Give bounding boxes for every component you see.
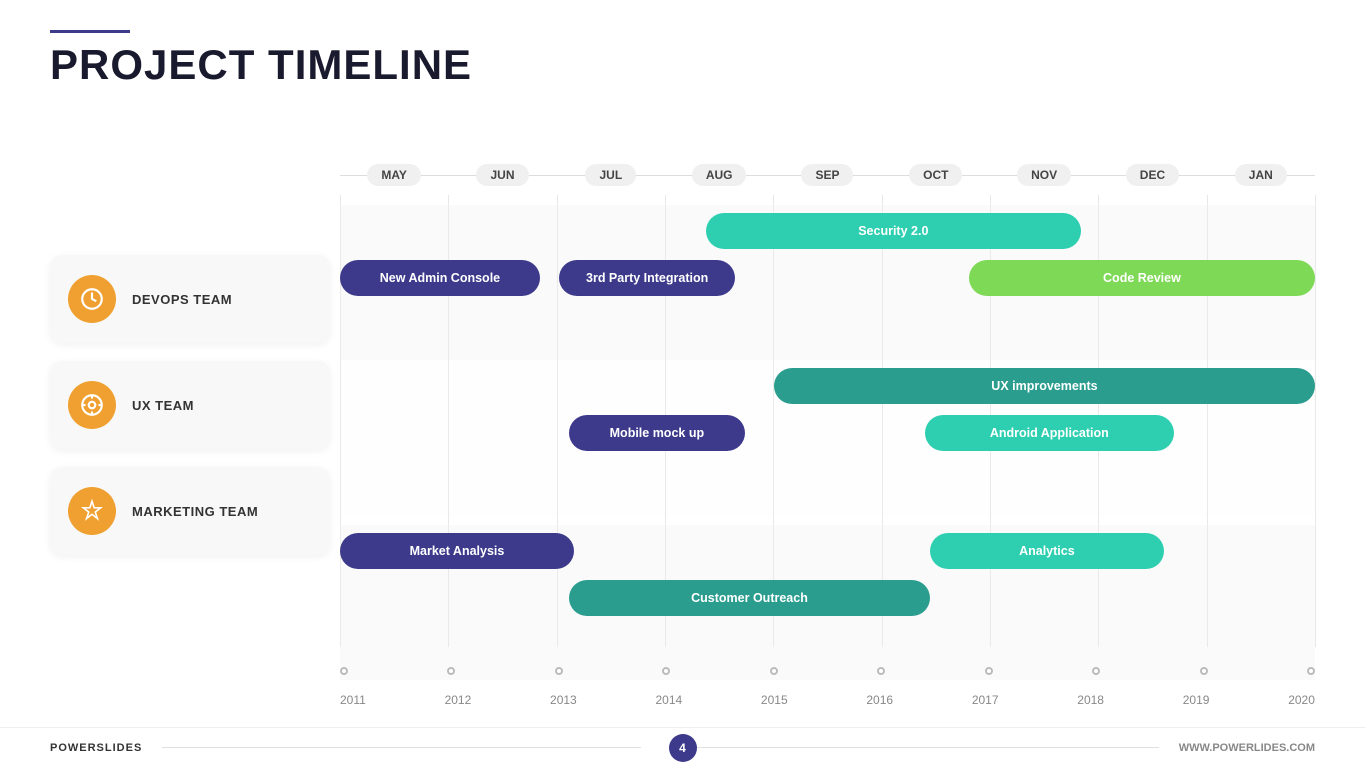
gantt-bar-6: Android Application — [925, 415, 1174, 451]
year-dot-2015 — [770, 667, 778, 675]
page-header: PROJECT TIMELINE — [50, 30, 472, 89]
year-dot-2014 — [662, 667, 670, 675]
month-label-oct: OCT — [909, 164, 962, 186]
chart-container: DEVOPS TEAM UX TEAM — [50, 155, 1315, 707]
month-cell-oct: OCT — [882, 155, 990, 195]
footer: POWERSLIDES 4 WWW.POWERLIDES.COM — [0, 727, 1365, 767]
year-label-2016: 2016 — [866, 693, 893, 707]
month-label-nov: NOV — [1017, 164, 1071, 186]
ux-team-label: UX TEAM — [132, 398, 194, 413]
month-cell-jun: JUN — [448, 155, 556, 195]
month-cell-aug: AUG — [665, 155, 773, 195]
marketing-icon — [68, 487, 116, 535]
gantt-bar-5: Mobile mock up — [569, 415, 745, 451]
footer-divider-right — [681, 747, 1159, 748]
page-title: PROJECT TIMELINE — [50, 41, 472, 89]
team-card-devops: DEVOPS TEAM — [50, 255, 330, 343]
year-dot-2012 — [447, 667, 455, 675]
ux-icon — [68, 381, 116, 429]
year-label-2017: 2017 — [972, 693, 999, 707]
year-dot-2013 — [555, 667, 563, 675]
footer-brand-right: WWW.POWERLIDES.COM — [1179, 742, 1315, 754]
team-card-marketing: MARKETING TEAM — [50, 467, 330, 555]
year-axis: 2011 2012 2013 2014 2015 2016 2017 2018 2019 2020 — [340, 657, 1315, 707]
months-row: MAY JUN JUL AUG SEP OCT NOV DEC JAN — [340, 155, 1315, 195]
year-dot-2020 — [1307, 667, 1315, 675]
year-dot-2017 — [985, 667, 993, 675]
year-label-2019: 2019 — [1183, 693, 1210, 707]
year-dot-2016 — [877, 667, 885, 675]
bars-area: Security 2.0 New Admin Console 3rd Party I… — [340, 195, 1315, 647]
month-cell-may: MAY — [340, 155, 448, 195]
month-label-sep: SEP — [801, 164, 853, 186]
footer-brand-left: POWERSLIDES — [50, 742, 142, 754]
month-label-jul: JUL — [585, 164, 636, 186]
month-cell-jul: JUL — [557, 155, 665, 195]
gantt-bar-1: New Admin Console — [340, 260, 540, 296]
gantt-bar-0: Security 2.0 — [706, 213, 1081, 249]
gantt-bar-7: Market Analysis — [340, 533, 574, 569]
month-cell-sep: SEP — [773, 155, 881, 195]
footer-page-number: 4 — [669, 734, 697, 762]
month-label-may: MAY — [367, 164, 421, 186]
years-labels: 2011 2012 2013 2014 2015 2016 2017 2018 2019 2020 — [340, 693, 1315, 707]
header-accent-line — [50, 30, 130, 33]
month-label-jan: JAN — [1235, 164, 1287, 186]
month-label-aug: AUG — [692, 164, 747, 186]
marketing-team-label: MARKETING TEAM — [132, 504, 258, 519]
year-label-2018: 2018 — [1077, 693, 1104, 707]
year-dot-2011 — [340, 667, 348, 675]
month-label-dec: DEC — [1126, 164, 1179, 186]
year-label-2012: 2012 — [445, 693, 472, 707]
month-label-jun: JUN — [476, 164, 528, 186]
gantt-bar-8: Analytics — [930, 533, 1164, 569]
year-dot-2018 — [1092, 667, 1100, 675]
team-card-ux: UX TEAM — [50, 361, 330, 449]
grid-line-9 — [1315, 195, 1316, 647]
month-cell-jan: JAN — [1207, 155, 1315, 195]
gantt-bar-9: Customer Outreach — [569, 580, 930, 616]
gantt-bar-3: Code Review — [969, 260, 1315, 296]
month-cell-nov: NOV — [990, 155, 1098, 195]
month-cell-dec: DEC — [1098, 155, 1206, 195]
year-dot-2019 — [1200, 667, 1208, 675]
year-label-2014: 2014 — [655, 693, 682, 707]
year-label-2011: 2011 — [340, 693, 366, 707]
teams-column: DEVOPS TEAM UX TEAM — [50, 205, 330, 573]
year-label-2015: 2015 — [761, 693, 788, 707]
footer-divider-left — [162, 747, 640, 748]
devops-icon — [68, 275, 116, 323]
year-dots — [340, 667, 1315, 675]
year-label-2013: 2013 — [550, 693, 577, 707]
devops-team-label: DEVOPS TEAM — [132, 292, 232, 307]
year-label-2020: 2020 — [1288, 693, 1315, 707]
gantt-area: MAY JUN JUL AUG SEP OCT NOV DEC JAN Security 2.0… — [340, 155, 1315, 707]
gantt-bar-4: UX improvements — [774, 368, 1315, 404]
gantt-bar-2: 3rd Party Integration — [559, 260, 735, 296]
